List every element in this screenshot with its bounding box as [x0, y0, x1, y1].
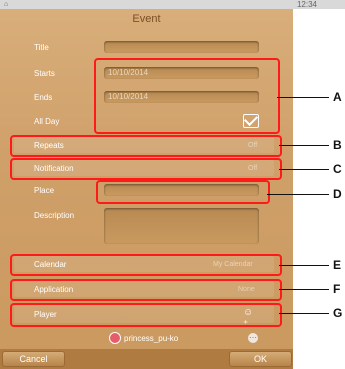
highlight-e [10, 254, 282, 276]
callout-line-c [279, 169, 329, 170]
place-label: Place [34, 186, 55, 195]
callout-line-a [277, 97, 329, 98]
highlight-f [10, 279, 282, 301]
callout-g: G [333, 306, 343, 320]
callout-line-b [279, 145, 329, 146]
title-field[interactable] [104, 41, 259, 53]
bottom-bar: Cancel OK [0, 349, 293, 369]
callout-e: E [333, 258, 342, 272]
more-icon[interactable]: ⋯ [248, 333, 258, 343]
callout-b: B [333, 138, 342, 152]
callout-d: D [333, 187, 342, 201]
user-name: princess_pu-ko [124, 334, 179, 343]
status-bar: ⌂ 12:34 [0, 0, 345, 9]
ends-label: Ends [34, 93, 53, 102]
allday-label: All Day [34, 117, 60, 126]
callout-c: C [333, 162, 342, 176]
callout-line-g [279, 313, 329, 314]
highlight-b [10, 135, 282, 157]
description-label: Description [34, 211, 75, 220]
wifi-icon: ⌂ [4, 1, 9, 8]
ok-button[interactable]: OK [229, 351, 292, 367]
description-field[interactable] [104, 208, 259, 244]
callout-line-f [279, 289, 329, 290]
callout-f: F [333, 282, 341, 296]
avatar [109, 332, 121, 344]
title-label: Title [34, 43, 49, 52]
starts-label: Starts [34, 69, 55, 78]
highlight-d [96, 180, 270, 204]
highlight-a [94, 58, 280, 134]
highlight-g [10, 303, 282, 327]
callout-a: A [333, 90, 342, 104]
callout-line-e [279, 265, 329, 266]
cancel-button[interactable]: Cancel [2, 351, 65, 367]
callout-line-d [267, 194, 329, 195]
highlight-c [10, 158, 282, 180]
page-title: Event [132, 13, 161, 25]
event-screen: Event Title Starts 10/10/2014 Ends 10/10… [0, 9, 293, 369]
status-time: 12:34 [296, 0, 317, 9]
